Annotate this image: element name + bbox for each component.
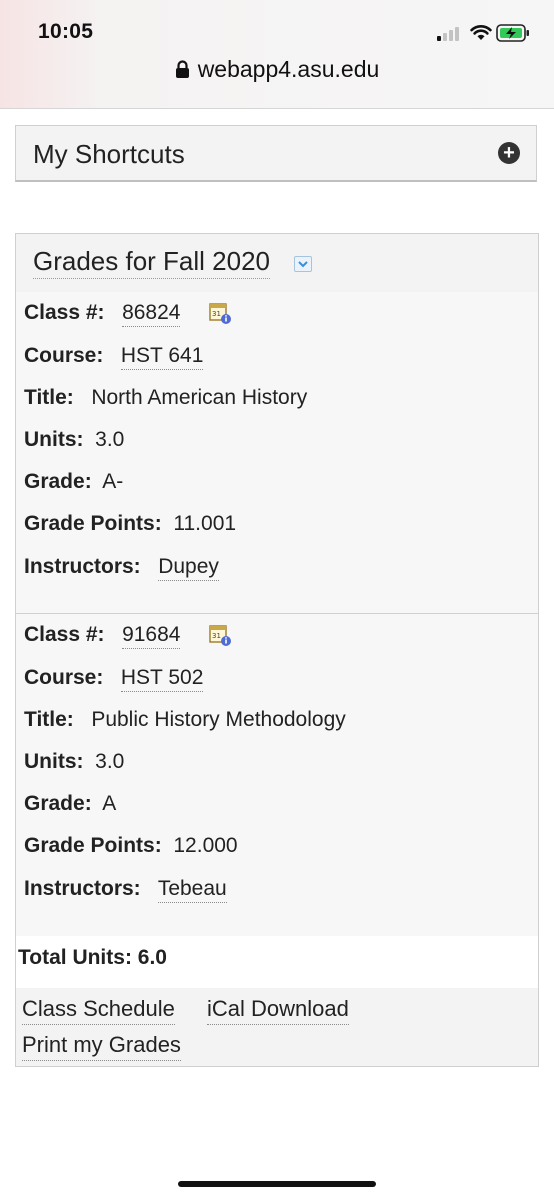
course-link[interactable]: HST 502 xyxy=(120,666,204,692)
browser-header: 10:05 webapp4.asu.edu xyxy=(0,0,554,109)
svg-text:31: 31 xyxy=(212,310,221,318)
calendar-info-icon[interactable]: 31 xyxy=(208,301,232,325)
print-grades-link[interactable]: Print my Grades xyxy=(22,1032,181,1061)
instructors-row: Instructors: Dupey xyxy=(24,555,219,581)
chevron-down-icon[interactable] xyxy=(294,256,312,272)
instructor-link[interactable]: Tebeau xyxy=(157,877,227,903)
grade-row: Grade: A- xyxy=(24,470,124,493)
total-units-text: Total Units: 6.0 xyxy=(18,946,167,969)
course-row: Course: HST 641 xyxy=(24,344,204,370)
class-record: Class #: 91684 31 Course: HST 502 Title:… xyxy=(16,614,538,937)
grade-value: A xyxy=(102,792,117,815)
plus-circle-icon[interactable]: + xyxy=(498,142,520,164)
units-row: Units: 3.0 xyxy=(24,750,125,773)
cellular-signal-icon xyxy=(437,27,463,41)
lock-icon xyxy=(175,60,189,78)
total-units: Total Units: 6.0 xyxy=(16,936,538,989)
units-value: 3.0 xyxy=(95,750,125,773)
clock: 10:05 xyxy=(38,20,94,43)
grade-points-row: Grade Points: 12.000 xyxy=(24,834,238,857)
grades-header: Grades for Fall 2020 xyxy=(16,234,538,293)
course-link[interactable]: HST 641 xyxy=(120,344,204,370)
class-record: Class #: 86824 31 Course: HST 641 Title:… xyxy=(16,292,538,614)
grades-footer-links: Class Schedule iCal Download Print my Gr… xyxy=(16,988,538,1066)
grades-panel: Grades for Fall 2020 Class #: 86824 31 C… xyxy=(15,233,539,1067)
home-indicator[interactable] xyxy=(178,1181,376,1187)
grade-points-value: 12.000 xyxy=(173,834,238,857)
course-title: Public History Methodology xyxy=(91,708,346,731)
title-row: Title: North American History xyxy=(24,386,308,409)
shortcuts-title: My Shortcuts xyxy=(33,139,185,169)
class-number-link[interactable]: 86824 xyxy=(122,301,181,327)
wifi-icon xyxy=(470,25,492,40)
ical-download-link[interactable]: iCal Download xyxy=(207,996,349,1025)
class-number-row: Class #: 86824 xyxy=(24,301,181,327)
grade-points-value: 11.001 xyxy=(173,512,237,535)
course-title: North American History xyxy=(91,386,308,409)
calendar-info-icon[interactable]: 31 xyxy=(208,623,232,647)
grade-row: Grade: A xyxy=(24,792,117,815)
svg-text:31: 31 xyxy=(212,632,221,640)
instructor-link[interactable]: Dupey xyxy=(158,555,219,581)
battery-charging-icon xyxy=(496,24,529,42)
course-row: Course: HST 502 xyxy=(24,666,204,692)
class-number-row: Class #: 91684 xyxy=(24,623,181,649)
url-text: webapp4.asu.edu xyxy=(197,56,380,82)
instructors-row: Instructors: Tebeau xyxy=(24,877,227,903)
url-bar[interactable]: webapp4.asu.edu xyxy=(0,56,554,83)
title-row: Title: Public History Methodology xyxy=(24,708,346,731)
units-row: Units: 3.0 xyxy=(24,428,125,451)
class-schedule-link[interactable]: Class Schedule xyxy=(22,996,175,1025)
grade-points-row: Grade Points: 11.001 xyxy=(24,512,237,535)
units-value: 3.0 xyxy=(95,428,125,451)
grade-value: A- xyxy=(102,470,124,493)
class-number-link[interactable]: 91684 xyxy=(122,623,181,649)
term-selector-title[interactable]: Grades for Fall 2020 xyxy=(33,246,271,279)
shortcuts-panel[interactable]: My Shortcuts + xyxy=(15,125,537,182)
